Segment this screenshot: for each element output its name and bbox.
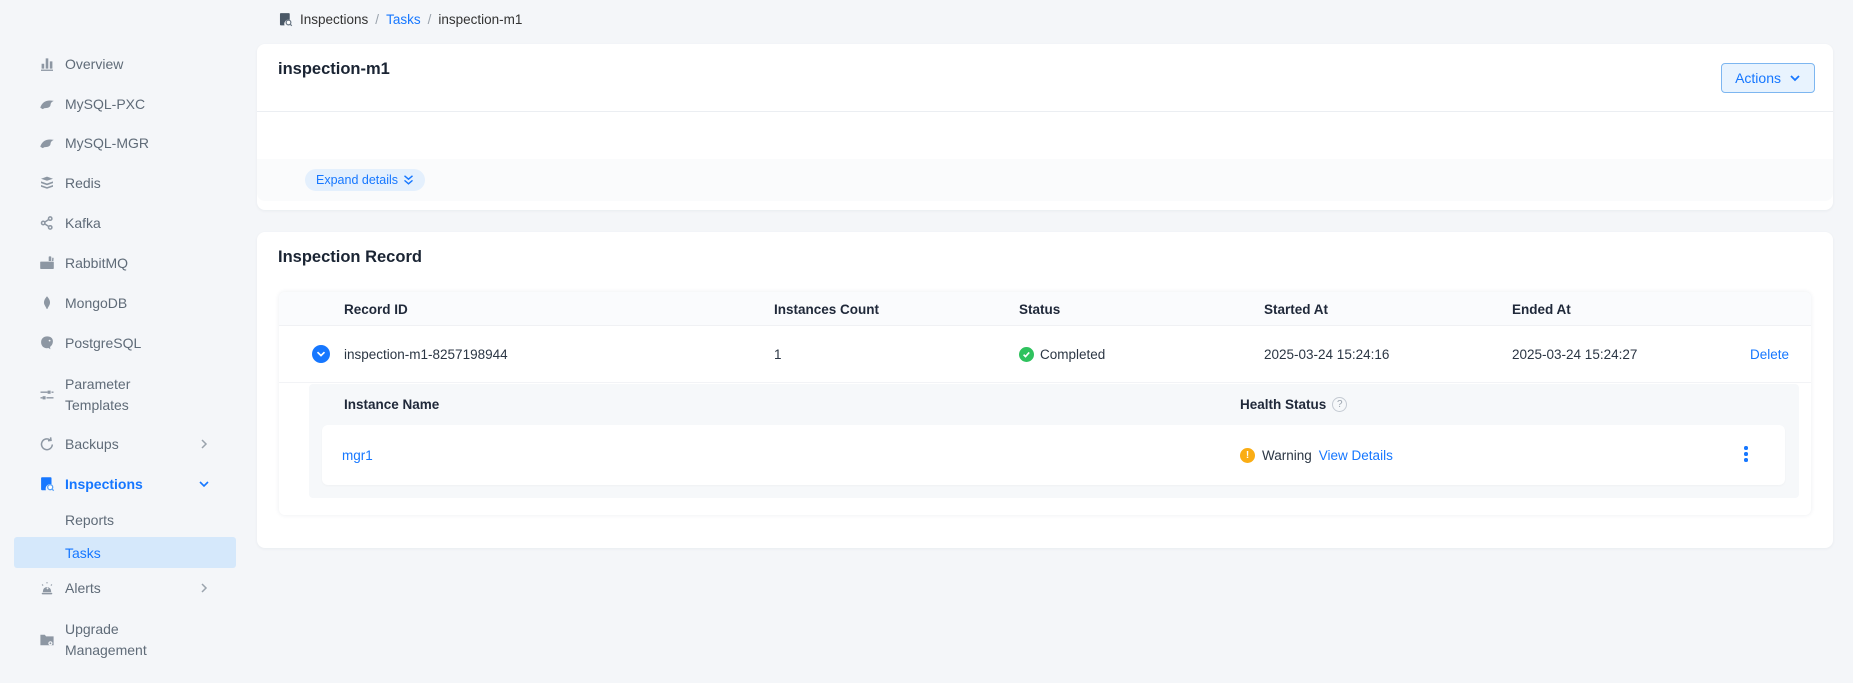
chevron-down-icon — [1789, 72, 1801, 84]
sidebar-item-label: MySQL-PXC — [65, 94, 145, 115]
restore-arrow-icon — [38, 436, 55, 453]
chevron-down-icon — [198, 477, 212, 491]
help-icon[interactable]: ? — [1332, 397, 1347, 412]
delete-link[interactable]: Delete — [1750, 347, 1789, 362]
sidebar-item-redis[interactable]: Redis — [0, 170, 237, 196]
sidebar-item-label: Overview — [65, 54, 123, 75]
breadcrumb-link-tasks[interactable]: Tasks — [386, 12, 421, 27]
sidebar-item-postgresql[interactable]: PostgreSQL — [0, 330, 237, 356]
kebab-menu-icon[interactable] — [1739, 446, 1753, 464]
siren-icon — [38, 580, 55, 597]
bar-chart-icon — [38, 56, 55, 73]
app-root: { "colors": { "accent": "#1677ff", "comp… — [0, 0, 1853, 683]
sidebar-item-alerts[interactable]: Alerts — [0, 575, 237, 601]
sidebar-item-mongodb[interactable]: MongoDB — [0, 290, 237, 316]
sidebar-item-kafka[interactable]: Kafka — [0, 210, 237, 236]
inspection-record-card: Inspection Record Record ID Instances Co… — [257, 232, 1833, 548]
rabbitmq-icon — [38, 255, 55, 272]
records-table: Record ID Instances Count Status Started… — [279, 292, 1811, 515]
kafka-nodes-icon — [38, 215, 55, 232]
sidebar-item-label: MongoDB — [65, 293, 127, 314]
sidebar-item-label: Inspections — [65, 474, 143, 495]
section-title: Inspection Record — [278, 248, 422, 267]
dolphin-icon — [38, 135, 55, 152]
sidebar-item-label: Backups — [65, 434, 119, 455]
column-header-instance-name: Instance Name — [344, 384, 439, 425]
expand-details-band: Expand details — [257, 159, 1833, 201]
divider — [257, 111, 1833, 112]
sidebar-item-label: Tasks — [65, 545, 101, 561]
sidebar-item-label: Alerts — [65, 578, 101, 599]
breadcrumb-separator: / — [428, 12, 432, 27]
instance-name-link[interactable]: mgr1 — [342, 425, 373, 485]
sidebar-item-label: Upgrade Management — [65, 619, 170, 661]
chevron-down-icon — [316, 349, 326, 359]
expanded-row-region: Instance Name Health Status ? mgr1 ! War… — [309, 384, 1799, 498]
column-header-record-id: Record ID — [344, 292, 408, 326]
health-status-header-label: Health Status — [1240, 397, 1326, 412]
folder-gear-icon — [38, 632, 55, 649]
breadcrumb-separator: / — [375, 12, 379, 27]
status-cell: Completed — [1019, 326, 1105, 383]
sidebar-item-tasks[interactable]: Tasks — [0, 537, 237, 568]
warning-status-icon: ! — [1240, 448, 1255, 463]
sidebar: Overview MySQL-PXC MySQL-MGR Redis Kafka… — [0, 0, 237, 683]
sidebar-item-inspections[interactable]: Inspections — [0, 471, 237, 497]
sidebar-item-label: Redis — [65, 173, 101, 194]
sidebar-item-label: Parameter Templates — [65, 374, 160, 416]
sidebar-item-label: RabbitMQ — [65, 253, 128, 274]
double-chevron-down-icon — [403, 174, 414, 186]
sidebar-item-mysql-mgr[interactable]: MySQL-MGR — [0, 130, 237, 156]
sidebar-item-parameter-templates[interactable]: Parameter Templates — [0, 372, 237, 418]
instance-row: mgr1 ! Warning View Details — [322, 425, 1785, 485]
chevron-right-icon — [198, 581, 212, 595]
column-header-instances-count: Instances Count — [774, 292, 879, 326]
column-header-status: Status — [1019, 292, 1060, 326]
actions-button-label: Actions — [1735, 70, 1781, 86]
task-detail-card: inspection-m1 Actions Trigger Method: Ma… — [257, 44, 1833, 210]
sidebar-item-rabbitmq[interactable]: RabbitMQ — [0, 250, 237, 276]
breadcrumb: Inspections / Tasks / inspection-m1 — [278, 8, 522, 30]
status-label: Completed — [1040, 347, 1105, 362]
page-title: inspection-m1 — [278, 60, 390, 79]
column-header-health-status: Health Status ? — [1240, 384, 1347, 425]
health-status-label: Warning — [1262, 448, 1312, 463]
dolphin-icon — [38, 96, 55, 113]
instances-count-cell: 1 — [774, 326, 782, 383]
layers-icon — [38, 175, 55, 192]
sidebar-item-upgrade-management[interactable]: Upgrade Management — [0, 617, 237, 663]
collapse-row-button[interactable] — [312, 345, 330, 363]
postgresql-icon — [38, 335, 55, 352]
table-row: inspection-m1-8257198944 1 Completed 202… — [279, 326, 1811, 383]
sidebar-item-label: Reports — [65, 512, 114, 528]
health-status-cell: ! Warning View Details — [1240, 425, 1393, 485]
doc-magnifier-icon — [38, 476, 55, 493]
sidebar-item-mysql-pxc[interactable]: MySQL-PXC — [0, 91, 237, 117]
sidebar-item-overview[interactable]: Overview — [0, 51, 237, 77]
record-id-cell: inspection-m1-8257198944 — [344, 326, 508, 383]
started-at-cell: 2025-03-24 15:24:16 — [1264, 326, 1389, 383]
completed-status-icon — [1019, 347, 1034, 362]
actions-button[interactable]: Actions — [1721, 63, 1815, 93]
breadcrumb-item-current: inspection-m1 — [438, 12, 522, 27]
breadcrumb-item: Inspections — [300, 12, 368, 27]
selected-item-highlight — [14, 537, 236, 568]
sliders-icon — [38, 387, 55, 404]
view-details-link[interactable]: View Details — [1319, 448, 1393, 463]
expand-details-button[interactable]: Expand details — [305, 169, 425, 191]
expand-details-label: Expand details — [316, 173, 398, 187]
sidebar-item-label: PostgreSQL — [65, 333, 141, 354]
doc-magnifier-icon — [278, 12, 293, 27]
mongodb-leaf-icon — [38, 295, 55, 312]
ended-at-cell: 2025-03-24 15:24:27 — [1512, 326, 1637, 383]
sidebar-item-reports[interactable]: Reports — [0, 504, 237, 535]
column-header-ended-at: Ended At — [1512, 292, 1571, 326]
sidebar-item-label: Kafka — [65, 213, 101, 234]
sidebar-item-label: MySQL-MGR — [65, 133, 149, 154]
chevron-right-icon — [198, 437, 212, 451]
column-header-started-at: Started At — [1264, 292, 1328, 326]
table-header-row: Record ID Instances Count Status Started… — [279, 292, 1811, 326]
sidebar-item-backups[interactable]: Backups — [0, 431, 237, 457]
